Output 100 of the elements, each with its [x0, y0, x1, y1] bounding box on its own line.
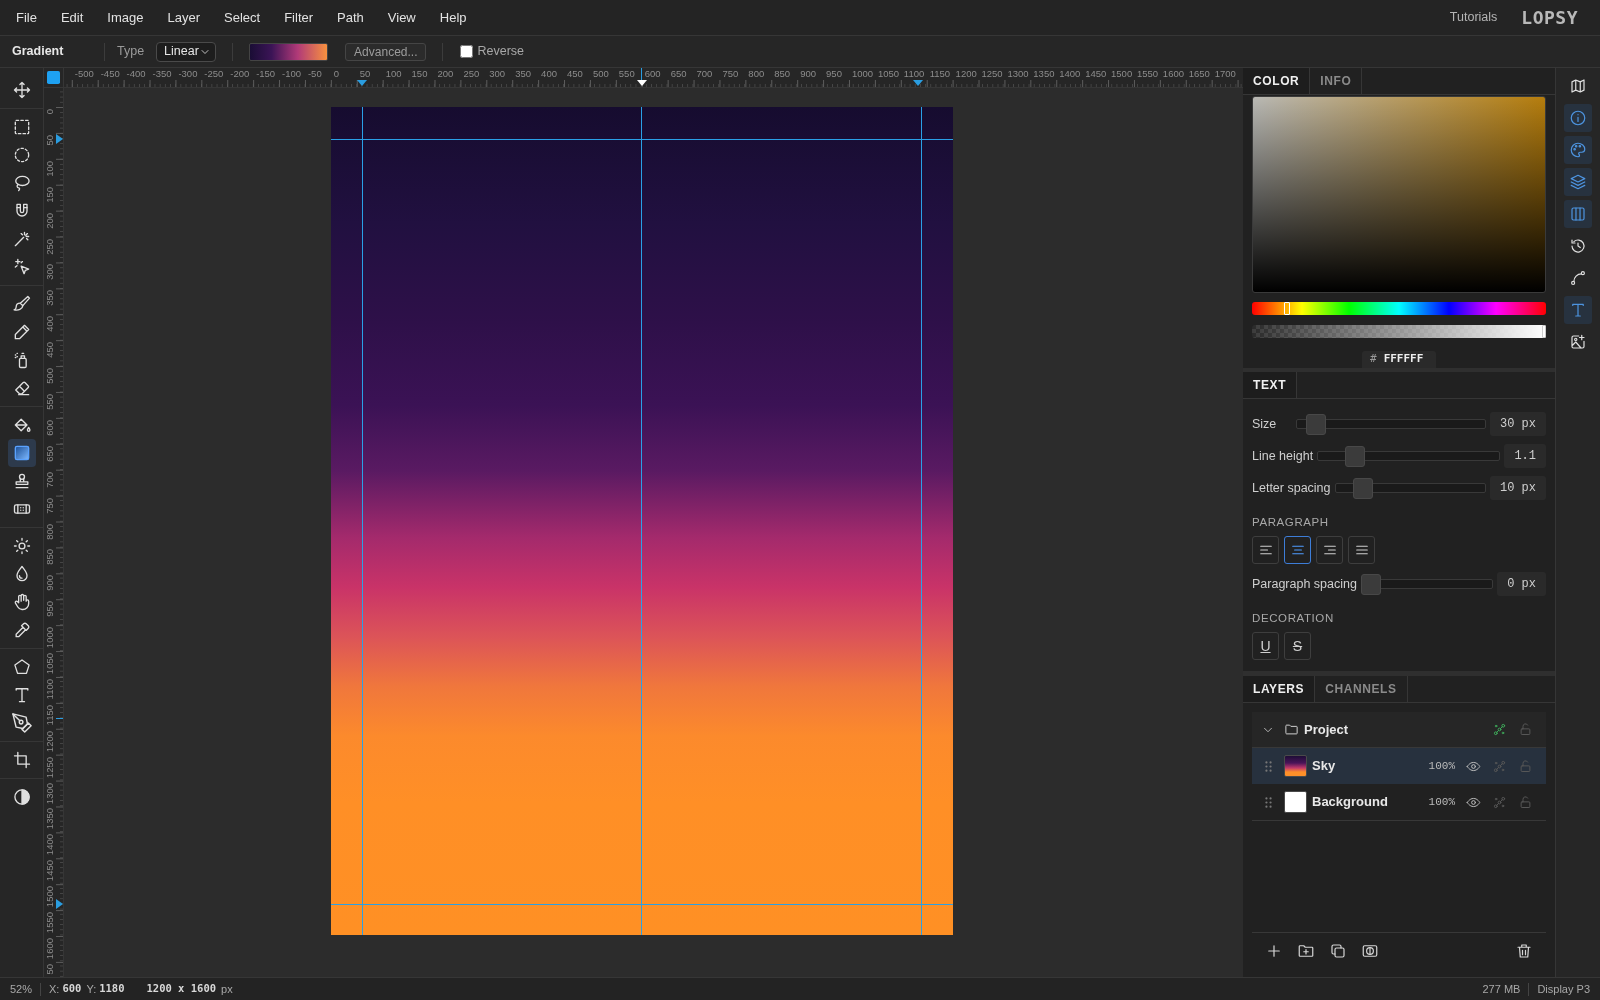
- ruler-label: 250: [45, 238, 55, 255]
- plus-icon: [1265, 942, 1283, 960]
- align-left-button[interactable]: [1252, 536, 1279, 564]
- cursor-marker-icon[interactable]: [636, 80, 647, 86]
- ruler-label: 1100: [45, 678, 55, 700]
- ruler-label: 500: [45, 368, 55, 384]
- ruler-label: 1250: [981, 69, 1003, 79]
- ruler-label: 1150: [929, 69, 951, 79]
- advanced-button[interactable]: Advanced...: [345, 42, 427, 61]
- value-field[interactable]: 10 px: [1490, 476, 1546, 500]
- app-logo: LOPSY: [1521, 6, 1578, 30]
- ruler-label: 1000: [45, 627, 55, 649]
- hue-slider[interactable]: [1252, 302, 1546, 315]
- slider-thumb[interactable]: [1352, 477, 1373, 499]
- value-field[interactable]: 30 px: [1490, 412, 1546, 436]
- ruler-label: 1050: [877, 69, 900, 79]
- trash-icon: [1515, 942, 1533, 960]
- memory-usage: 277 MB: [1482, 981, 1521, 997]
- menu-item[interactable]: File: [4, 4, 49, 31]
- reverse-label[interactable]: Reverse: [477, 42, 525, 61]
- section-heading: DECORATION: [1252, 611, 1335, 626]
- slider[interactable]: [1334, 477, 1486, 499]
- alpha-slider[interactable]: [1252, 325, 1546, 338]
- color-field[interactable]: [1252, 96, 1546, 293]
- nodes-icon[interactable]: [1492, 794, 1507, 810]
- drag-handle-icon[interactable]: [1264, 796, 1272, 808]
- panel-toggle-button[interactable]: [1564, 296, 1592, 324]
- slider[interactable]: [1317, 445, 1501, 467]
- drag-handle-icon[interactable]: [1264, 760, 1272, 772]
- tutorials-link[interactable]: Tutorials: [1445, 4, 1502, 31]
- ruler-label: 800: [748, 69, 765, 79]
- ruler-label: -200: [230, 69, 250, 79]
- ruler-label: 1100: [903, 69, 925, 79]
- align-right-button[interactable]: [1316, 536, 1343, 564]
- ruler-label: 650: [45, 445, 55, 462]
- menu-item[interactable]: Image: [95, 4, 156, 31]
- slider[interactable]: [1360, 573, 1494, 595]
- coordinate-value: 1180: [99, 981, 125, 997]
- menu-item[interactable]: View: [375, 4, 428, 31]
- underline-button[interactable]: U: [1252, 632, 1279, 660]
- alpha-handle[interactable]: [1542, 325, 1546, 338]
- slider-thumb[interactable]: [1360, 573, 1381, 595]
- align-center-button[interactable]: [1284, 536, 1311, 564]
- coordinate-value: 600: [62, 981, 82, 997]
- ruler-label: 750: [722, 69, 739, 79]
- hex-field[interactable]: # FFFFFF: [1362, 351, 1436, 368]
- contrast-icon: [11, 787, 32, 807]
- unit-label: px: [221, 981, 233, 997]
- ruler-label: -350: [152, 69, 172, 79]
- layer-row[interactable]: Background 100%: [1252, 784, 1546, 820]
- ruler-label: 1400: [1059, 69, 1081, 79]
- ruler-label: 1650: [1188, 69, 1210, 79]
- menu-item[interactable]: Edit: [48, 4, 96, 31]
- slider-thumb[interactable]: [1306, 413, 1327, 435]
- nodes-icon[interactable]: [1492, 722, 1507, 737]
- menu-item[interactable]: Help: [427, 4, 479, 31]
- ruler-label: -50: [307, 69, 322, 79]
- group-row[interactable]: Project: [1252, 712, 1546, 748]
- panel-toggle-button[interactable]: [1564, 200, 1592, 228]
- reverse-checkbox[interactable]: [460, 45, 474, 58]
- ruler-label: 0: [333, 69, 340, 79]
- panel-tab[interactable]: COLOR: [1243, 68, 1311, 94]
- menu-item[interactable]: Filter: [272, 4, 326, 31]
- menu-item[interactable]: Select: [212, 4, 273, 31]
- tool-button[interactable]: [7, 439, 36, 467]
- ruler-label: 200: [45, 212, 55, 229]
- align-justify-button[interactable]: [1348, 536, 1375, 564]
- value-field[interactable]: 1.1: [1504, 444, 1546, 468]
- nodes-icon[interactable]: [1492, 758, 1507, 774]
- layer-row[interactable]: Sky 100%: [1252, 748, 1546, 784]
- gradient-swatch[interactable]: [249, 42, 329, 61]
- panel-toggle-button[interactable]: [1564, 168, 1592, 196]
- guide-marker-icon[interactable]: [913, 80, 923, 86]
- ruler-label: 150: [411, 69, 428, 79]
- section-heading: PARAGRAPH: [1252, 515, 1330, 530]
- menu-item[interactable]: Path: [325, 4, 376, 31]
- text-icon: [1569, 301, 1587, 319]
- folder-icon: [1284, 722, 1299, 737]
- guide-marker-icon[interactable]: [357, 80, 367, 86]
- hue-handle[interactable]: [1283, 302, 1290, 315]
- panel-tab[interactable]: INFO: [1310, 68, 1363, 94]
- slider[interactable]: [1296, 413, 1486, 435]
- panel-tab[interactable]: LAYERS: [1243, 676, 1316, 702]
- panel-toggle-button[interactable]: [1564, 104, 1592, 132]
- value-field[interactable]: 0 px: [1497, 572, 1546, 596]
- panel-toggle-button[interactable]: [1564, 136, 1592, 164]
- ruler-label: 400: [541, 69, 557, 79]
- strikethrough-button[interactable]: S: [1284, 632, 1311, 660]
- panel-tab[interactable]: TEXT: [1243, 372, 1298, 398]
- slider-thumb[interactable]: [1344, 445, 1365, 467]
- ruler-label: 750: [45, 497, 55, 514]
- ruler-label: 850: [45, 549, 55, 566]
- panel-tab[interactable]: CHANNELS: [1315, 676, 1408, 702]
- layers-icon: [1569, 173, 1587, 191]
- layer-name: Background: [1312, 793, 1389, 812]
- type-dropdown[interactable]: Linear: [156, 41, 217, 62]
- ruler-label: -500: [74, 69, 94, 79]
- move-icon: [11, 80, 32, 100]
- opacity-value: 100%: [1428, 758, 1455, 774]
- menu-item[interactable]: Layer: [155, 4, 213, 31]
